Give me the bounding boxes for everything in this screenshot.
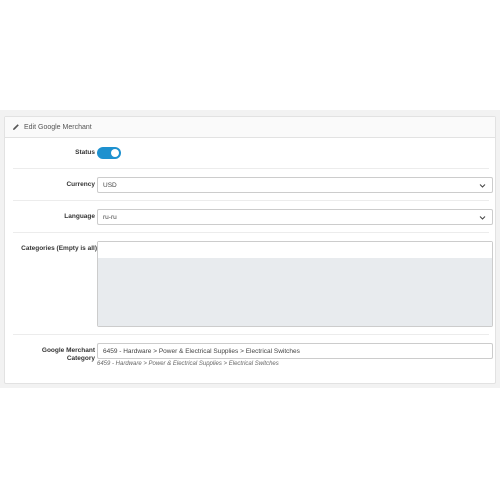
categories-box xyxy=(97,241,493,327)
status-row: Status xyxy=(13,137,489,169)
categories-input[interactable] xyxy=(98,242,492,259)
status-toggle[interactable] xyxy=(97,147,121,159)
categories-label: Categories (Empty is all) xyxy=(21,245,97,252)
categories-row: Categories (Empty is all) xyxy=(13,233,493,335)
chevron-down-icon xyxy=(479,216,486,220)
status-label: Status xyxy=(75,149,95,156)
toggle-knob xyxy=(111,149,119,157)
google-category-label: Google Merchant Category xyxy=(41,347,95,362)
currency-select[interactable]: USD xyxy=(97,177,493,193)
panel-title: Edit Google Merchant xyxy=(24,123,92,131)
chevron-down-icon xyxy=(479,184,486,188)
currency-value: USD xyxy=(103,181,117,189)
currency-row: Currency USD xyxy=(13,169,493,201)
google-category-hint: 6459 - Hardware > Power & Electrical Sup… xyxy=(97,361,279,367)
edit-panel: Edit Google Merchant Status Currency USD… xyxy=(4,116,496,384)
google-category-input[interactable]: 6459 - Hardware > Power & Electrical Sup… xyxy=(97,343,493,359)
panel-heading: Edit Google Merchant xyxy=(5,117,495,138)
google-category-row: Google Merchant Category 6459 - Hardware… xyxy=(13,335,493,383)
language-value: ru-ru xyxy=(103,213,117,221)
language-label: Language xyxy=(64,213,95,220)
language-row: Language ru-ru xyxy=(13,201,493,233)
pencil-icon xyxy=(12,123,20,131)
language-select[interactable]: ru-ru xyxy=(97,209,493,225)
currency-label: Currency xyxy=(66,181,95,188)
google-category-value: 6459 - Hardware > Power & Electrical Sup… xyxy=(103,347,300,355)
categories-list[interactable] xyxy=(98,258,492,326)
